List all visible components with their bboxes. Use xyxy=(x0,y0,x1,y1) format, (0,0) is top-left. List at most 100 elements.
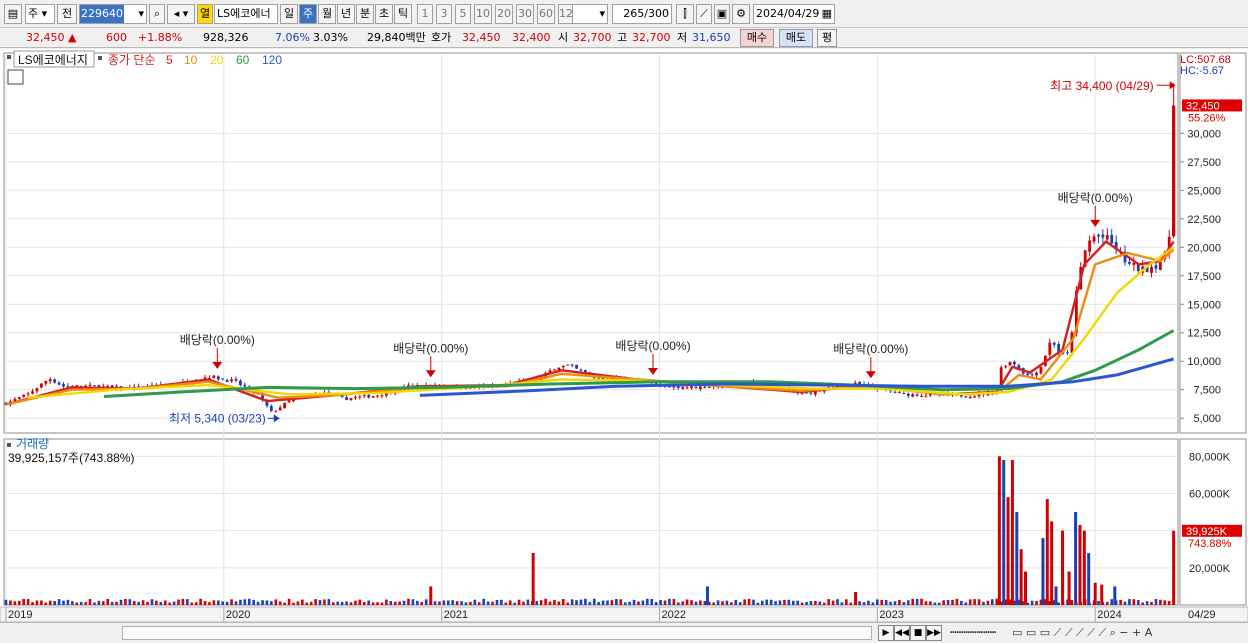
vol-tick-label: 80,000K xyxy=(1189,451,1231,463)
volume-bar xyxy=(526,599,530,605)
candle-body xyxy=(1035,372,1038,376)
volume-bar xyxy=(787,599,791,605)
price-chart[interactable]: 배당락(0.00%) 배당락(0.00%) 배당락(0.00%) 배당락(0.00%)… xyxy=(0,49,1248,622)
forward-icon[interactable]: ▶▶ xyxy=(926,625,942,641)
interval-tab-3[interactable]: 3 xyxy=(436,4,452,24)
interval-tab-60[interactable]: 60 xyxy=(537,4,555,24)
speaker-icon[interactable]: ◂ ▾ xyxy=(167,4,195,24)
candle-body xyxy=(230,379,233,382)
period-tab-0[interactable]: 일 xyxy=(280,4,298,24)
candle-body xyxy=(566,364,570,366)
period-tab-6[interactable]: 틱 xyxy=(394,4,412,24)
volume-bar xyxy=(442,600,446,605)
candle-body xyxy=(1013,361,1016,365)
candle-body xyxy=(345,397,348,400)
search-icon[interactable]: ⌕ xyxy=(149,4,165,24)
volume-bar xyxy=(725,600,729,605)
scrollbar[interactable] xyxy=(122,626,872,640)
volume-bar xyxy=(946,599,950,605)
hot-button[interactable]: 열 xyxy=(197,4,213,24)
volume-bar xyxy=(1110,599,1114,605)
volume-bar xyxy=(592,598,596,605)
candle-body xyxy=(31,391,34,394)
sell-button[interactable]: 매도 xyxy=(779,29,813,47)
candle-body xyxy=(561,365,565,368)
date-field[interactable]: 2024/04/29 ▦ xyxy=(753,4,835,24)
volume-bar xyxy=(902,602,906,605)
interval-tab-5[interactable]: 5 xyxy=(455,4,471,24)
candle-body xyxy=(1097,234,1100,237)
interval-tab-20[interactable]: 20 xyxy=(495,4,513,24)
save-icon[interactable]: ▣ xyxy=(714,4,730,24)
volume-bar xyxy=(460,601,463,605)
volume-bar xyxy=(247,598,251,605)
line-chart-icon[interactable]: ⟋ xyxy=(696,4,712,24)
volume-bar xyxy=(1145,601,1149,605)
screen-menu-icon[interactable]: ▤ xyxy=(4,4,22,24)
period-tab-5[interactable]: 초 xyxy=(375,4,393,24)
interval-tab-10[interactable]: 10 xyxy=(474,4,492,24)
volume-bar xyxy=(256,601,260,605)
candle-body xyxy=(1101,234,1105,238)
gear-icon[interactable]: ⚙ xyxy=(732,4,750,24)
candle-icon[interactable]: ⫿ xyxy=(676,4,694,24)
period-tab-2[interactable]: 월 xyxy=(318,4,336,24)
volume-bar xyxy=(597,602,600,605)
volume-bar xyxy=(743,599,746,605)
interval-tab-30[interactable]: 30 xyxy=(516,4,534,24)
open-value: 32,700 xyxy=(573,31,612,44)
candle-body xyxy=(349,398,353,401)
volume-bar xyxy=(575,600,578,605)
volume-bar xyxy=(292,602,295,605)
tool-icons[interactable]: ▭ ▭ ▭ ⟋ ⟋ ⟋ ⟋ ⟋ ⌕ − + A xyxy=(1012,626,1152,640)
volume-bar xyxy=(960,600,963,605)
volume-bar xyxy=(203,601,207,605)
volume-bar xyxy=(915,598,919,605)
prev-button[interactable]: 전 xyxy=(57,4,77,24)
volume-bar xyxy=(1035,600,1038,605)
volume-bar xyxy=(805,601,808,605)
period-tab-1[interactable]: 주 xyxy=(299,4,317,24)
interval-combo[interactable]: ▾ xyxy=(572,4,608,24)
vol-legend-bullet xyxy=(7,443,11,447)
candle-body xyxy=(698,386,702,389)
dividend-label: 배당락(0.00%) xyxy=(833,342,908,356)
code-input[interactable]: 229640 ▾ xyxy=(79,4,147,24)
volume-bar xyxy=(646,598,649,605)
period-tab-4[interactable]: 분 xyxy=(356,4,374,24)
volume-bar xyxy=(230,599,233,605)
volume-last-text: 39,925K xyxy=(1186,526,1228,538)
volume-bar xyxy=(340,601,344,605)
quote-turnover: 7.06% xyxy=(275,31,310,44)
volume-bar xyxy=(712,602,715,605)
last-price-text: 32,450 xyxy=(1186,100,1220,112)
count-field[interactable]: 265/300 xyxy=(612,4,672,24)
interval-tab-1[interactable]: 1 xyxy=(417,4,433,24)
volume-spike xyxy=(1024,571,1028,605)
zoom-slider[interactable]: ┅┅┅┅┅┅┅ xyxy=(950,626,996,640)
volume-bar xyxy=(1119,599,1122,605)
candle-body xyxy=(973,396,977,398)
calendar-icon[interactable]: ▦ xyxy=(822,5,832,23)
volume-bar xyxy=(433,601,437,605)
buy-button[interactable]: 매수 xyxy=(740,29,774,47)
volume-bar xyxy=(301,599,304,605)
chevron-down-icon[interactable]: ▾ xyxy=(138,5,144,23)
market-select[interactable]: 주 ▾ xyxy=(25,4,55,24)
volume-bar xyxy=(234,601,238,605)
stop-icon[interactable]: ■ xyxy=(910,625,926,641)
volume-bar xyxy=(769,599,773,605)
period-tab-3[interactable]: 년 xyxy=(337,4,355,24)
volume-bar xyxy=(889,601,892,605)
eval-button[interactable]: 평 xyxy=(817,29,837,47)
candle-body xyxy=(380,395,384,397)
volume-bar xyxy=(40,600,43,605)
candle-body xyxy=(800,393,804,395)
volume-bar xyxy=(393,601,397,605)
scroll-right-icon[interactable]: ▶ xyxy=(878,625,894,641)
rewind-icon[interactable]: ◀◀ xyxy=(894,625,910,641)
legend-stock-name: LS에코에너지 xyxy=(18,53,88,67)
y-tick-label: 12,500 xyxy=(1187,328,1221,340)
candle-body xyxy=(1088,240,1092,252)
candle-body xyxy=(35,388,39,392)
